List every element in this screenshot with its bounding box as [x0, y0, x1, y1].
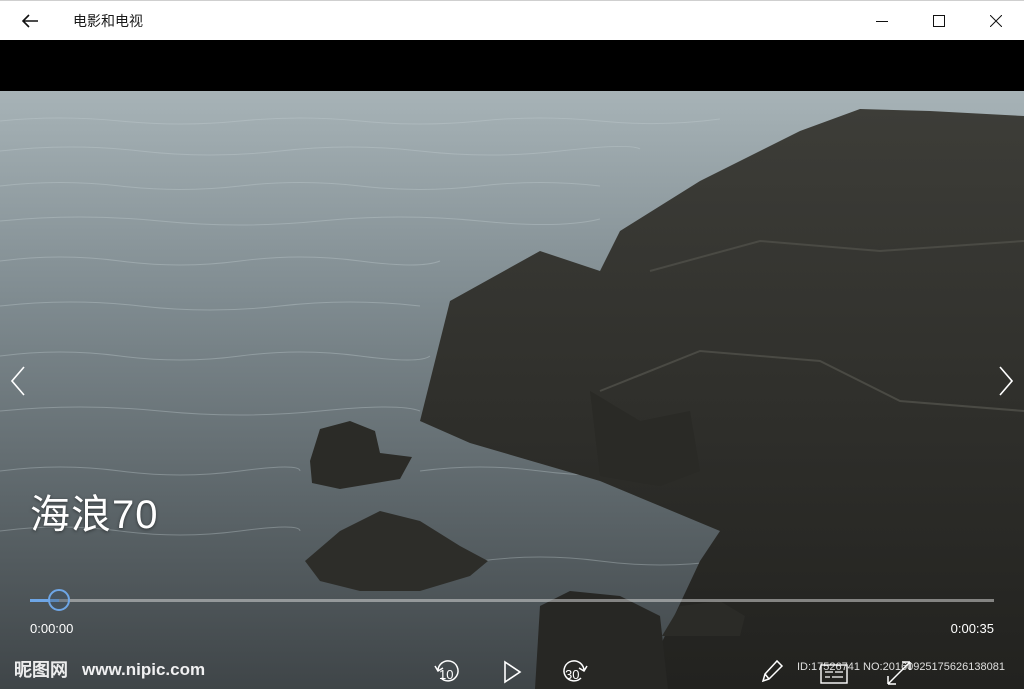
seek-thumb[interactable]: [47, 589, 70, 611]
back-button[interactable]: [0, 1, 60, 41]
skip-back-seconds: 10: [439, 667, 454, 682]
watermark-logo: 昵图网: [14, 660, 68, 681]
watermark-id: ID:17526741 NO:20160925175626138081: [797, 661, 1005, 673]
current-time: 0:00:00: [30, 621, 74, 636]
play-icon: [504, 660, 522, 684]
skip-forward-button[interactable]: 30: [556, 655, 592, 689]
edit-button[interactable]: [758, 656, 786, 686]
next-button[interactable]: [996, 365, 1016, 397]
play-button[interactable]: [498, 658, 526, 686]
media-title: 海浪70: [30, 493, 159, 537]
previous-button[interactable]: [8, 365, 28, 397]
letterbox-top: [0, 40, 1024, 91]
minimize-button[interactable]: [853, 1, 910, 41]
maximize-icon: [932, 15, 945, 27]
chevron-right-icon: [999, 366, 1013, 396]
close-button[interactable]: [967, 1, 1024, 41]
total-time: 0:00:35: [950, 621, 994, 636]
close-icon: [989, 15, 1002, 27]
arrow-left-icon: [21, 13, 38, 28]
skip-forward-seconds: 30: [565, 667, 580, 682]
minimize-icon: [875, 21, 888, 22]
title-bar: 电影和电视: [0, 0, 1024, 40]
watermark-url: www.nipic.com: [82, 660, 206, 679]
pencil-icon: [761, 659, 784, 683]
skip-back-button[interactable]: 10: [430, 655, 466, 689]
window-controls: [853, 1, 1024, 41]
seek-bar[interactable]: [30, 599, 994, 602]
chevron-left-icon: [11, 366, 25, 396]
app-title: 电影和电视: [73, 13, 143, 30]
maximize-button[interactable]: [910, 1, 967, 41]
